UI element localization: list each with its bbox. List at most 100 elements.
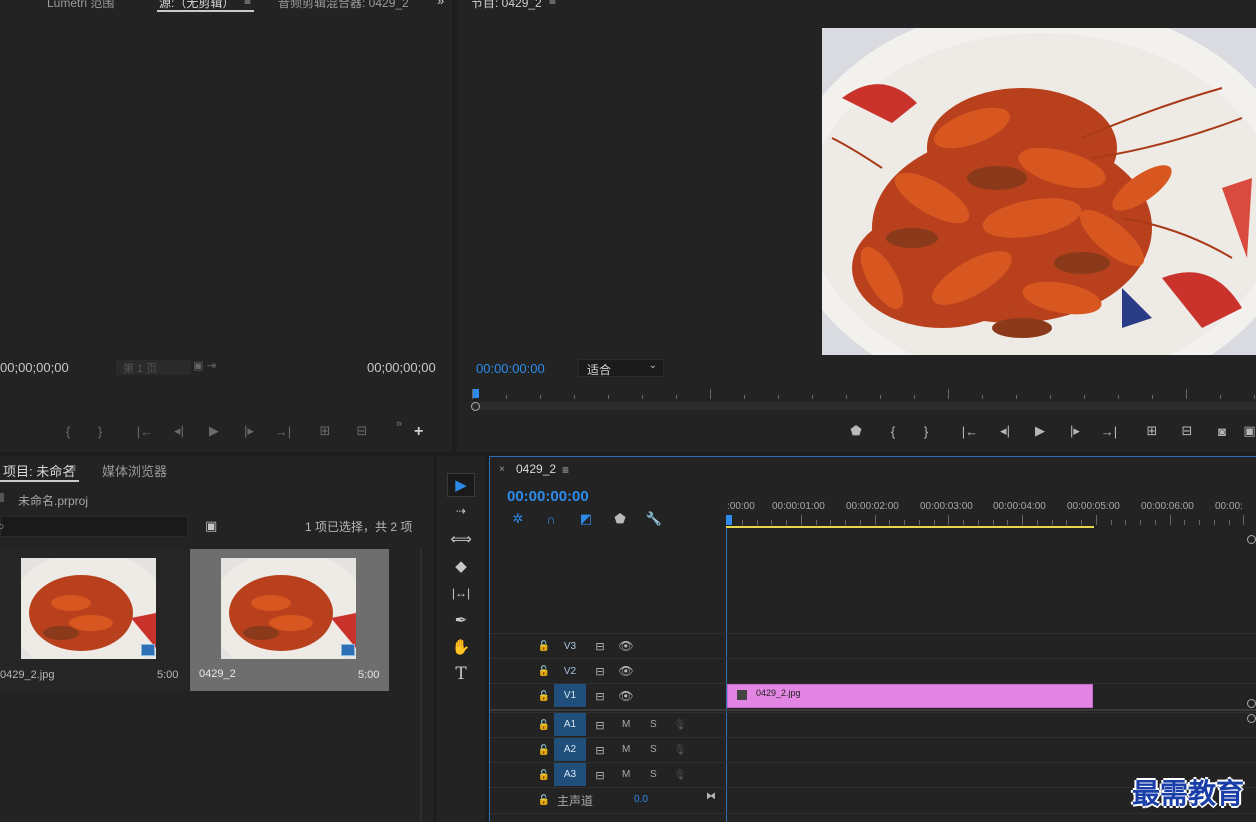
solo-button[interactable]: S [650,769,657,780]
source-timecode-right[interactable]: 00;00;00;00 [367,360,436,375]
track-label-a2[interactable]: A2 [554,738,586,761]
program-menu-icon[interactable]: ≡ [549,0,556,8]
timeline-clip[interactable]: 0429_2.jpg [727,684,1093,708]
program-step-forward-icon[interactable]: |▸ [1065,423,1085,439]
zoom-handle[interactable] [471,402,480,411]
solo-button[interactable]: S [650,744,657,755]
program-go-to-in-icon[interactable]: |← [960,423,980,439]
linked-selection-icon[interactable]: ◩ [577,511,595,527]
lock-icon[interactable]: 🔓 [537,743,551,757]
track-label-v1[interactable]: V1 [554,684,586,707]
program-scrub-bar[interactable] [471,402,1256,410]
comparison-view-icon[interactable]: ▣ [1243,423,1256,439]
overwrite-icon[interactable]: ⊟ [352,423,372,439]
eye-icon[interactable]: 👁 [618,664,634,678]
insert-icon[interactable]: ⊞ [315,423,335,439]
eye-icon[interactable]: 👁 [618,639,634,653]
sequence-menu-icon[interactable]: ≡ [562,463,569,477]
razor-tool-icon[interactable]: ◆ [447,554,475,578]
add-marker-icon[interactable]: ⬟ [848,423,864,439]
program-step-back-icon[interactable]: ◂| [995,423,1015,439]
go-to-out-icon[interactable]: →| [274,423,292,439]
go-to-end-icon[interactable]: ⧓ [704,789,718,803]
lock-icon[interactable]: 🔓 [537,718,551,732]
lift-icon[interactable]: ⊞ [1141,423,1163,439]
nest-toggle-icon[interactable]: ✲ [509,511,527,527]
timeline-playhead-marker[interactable] [726,515,732,525]
vertical-zoom-handle[interactable] [1247,699,1256,708]
fit-dropdown[interactable]: 适合 ⌄ [578,359,664,377]
program-playhead[interactable] [472,389,479,398]
vertical-zoom-handle[interactable] [1247,535,1256,544]
more-controls-icon[interactable]: » [396,418,402,430]
selection-tool-icon[interactable]: ▶ [447,473,475,497]
jump-icon[interactable]: ⇥ [207,359,216,372]
program-timecode[interactable]: 00:00:00:00 [476,361,545,376]
project-scrollbar[interactable] [420,549,422,822]
source-timecode-left[interactable]: 00;00;00;00 [0,360,69,375]
step-back-icon[interactable]: ◂| [170,423,188,439]
lock-icon[interactable]: 🔓 [537,689,551,703]
mute-button[interactable]: M [622,769,630,780]
project-search-input[interactable]: ○ [0,516,188,537]
sync-lock-icon[interactable]: ⊟ [592,689,608,703]
solo-button[interactable]: S [650,719,657,730]
timeline-timecode[interactable]: 00:00:00:00 [507,488,589,505]
master-volume-value[interactable]: 0.0 [634,794,648,805]
overflow-icon[interactable]: » [437,0,444,8]
program-scrub-ruler[interactable] [471,387,1256,401]
extract-icon[interactable]: ⊟ [1176,423,1198,439]
microphone-icon[interactable]: 🎙 [673,718,687,732]
play-icon[interactable]: ▶ [205,423,223,439]
mark-in-icon[interactable]: { [60,423,76,439]
track-label-v2[interactable]: V2 [554,660,586,683]
lock-icon[interactable]: 🔓 [537,664,551,678]
work-area-bar[interactable] [726,526,1094,528]
project-item-selected[interactable]: 0429_2 5:00 [190,549,389,691]
pen-tool-icon[interactable]: ✒ [447,608,475,632]
sync-lock-icon[interactable]: ⊟ [592,639,608,653]
sync-lock-icon[interactable]: ⊟ [592,743,608,757]
ripple-edit-tool-icon[interactable]: ⟺ [447,527,475,551]
program-mark-in-icon[interactable]: { [885,423,901,439]
add-marker-icon[interactable]: ⬟ [612,511,628,527]
type-tool-icon[interactable]: T [447,662,475,686]
snap-icon[interactable]: ∩ [542,511,560,527]
mute-button[interactable]: M [622,744,630,755]
sync-lock-icon[interactable]: ⊟ [592,664,608,678]
mark-out-icon[interactable]: } [92,423,108,439]
sync-lock-icon[interactable]: ⊟ [592,768,608,782]
lock-icon[interactable]: 🔓 [537,793,551,807]
track-label-a3[interactable]: A3 [554,763,586,786]
tab-sequence[interactable]: 0429_2 [516,462,556,476]
track-label-v3[interactable]: V3 [554,635,586,658]
project-menu-icon[interactable]: ≡ [69,461,76,475]
slip-tool-icon[interactable]: |↔| [447,581,475,605]
project-item[interactable]: 0429_2.jpg 5:00 [0,549,188,691]
program-play-icon[interactable]: ▶ [1031,423,1049,439]
lock-icon[interactable]: 🔓 [537,768,551,782]
hand-tool-icon[interactable]: ✋ [447,635,475,659]
add-button-icon[interactable]: + [414,423,423,441]
mute-button[interactable]: M [622,719,630,730]
export-frame-icon[interactable]: ◙ [1213,423,1231,439]
program-go-to-out-icon[interactable]: →| [1098,423,1120,439]
sync-lock-icon[interactable]: ⊟ [592,718,608,732]
lock-icon[interactable]: 🔓 [537,639,551,653]
tab-media-browser[interactable]: 媒体浏览器 [102,461,167,480]
timeline-settings-icon[interactable]: 🔧 [645,511,663,527]
page-selector[interactable]: 第 1 页 [116,360,191,375]
program-mark-out-icon[interactable]: } [918,423,934,439]
tab-project[interactable]: 项目: 未命名 [3,461,75,480]
tab-menu-icon[interactable]: ≡ [244,0,251,8]
settings-icon[interactable]: ▣ [193,359,203,372]
vertical-zoom-handle[interactable] [1247,714,1256,723]
program-preview-image[interactable] [822,28,1256,355]
tab-program[interactable]: 节目: 0429_2 [471,0,542,11]
eye-icon[interactable]: 👁 [618,689,634,703]
microphone-icon[interactable]: 🎙 [673,743,687,757]
track-select-tool-icon[interactable]: ⇢ [447,499,475,523]
new-search-bin-icon[interactable]: ▣ [205,518,217,534]
microphone-icon[interactable]: 🎙 [673,768,687,782]
step-forward-icon[interactable]: |▸ [240,423,258,439]
